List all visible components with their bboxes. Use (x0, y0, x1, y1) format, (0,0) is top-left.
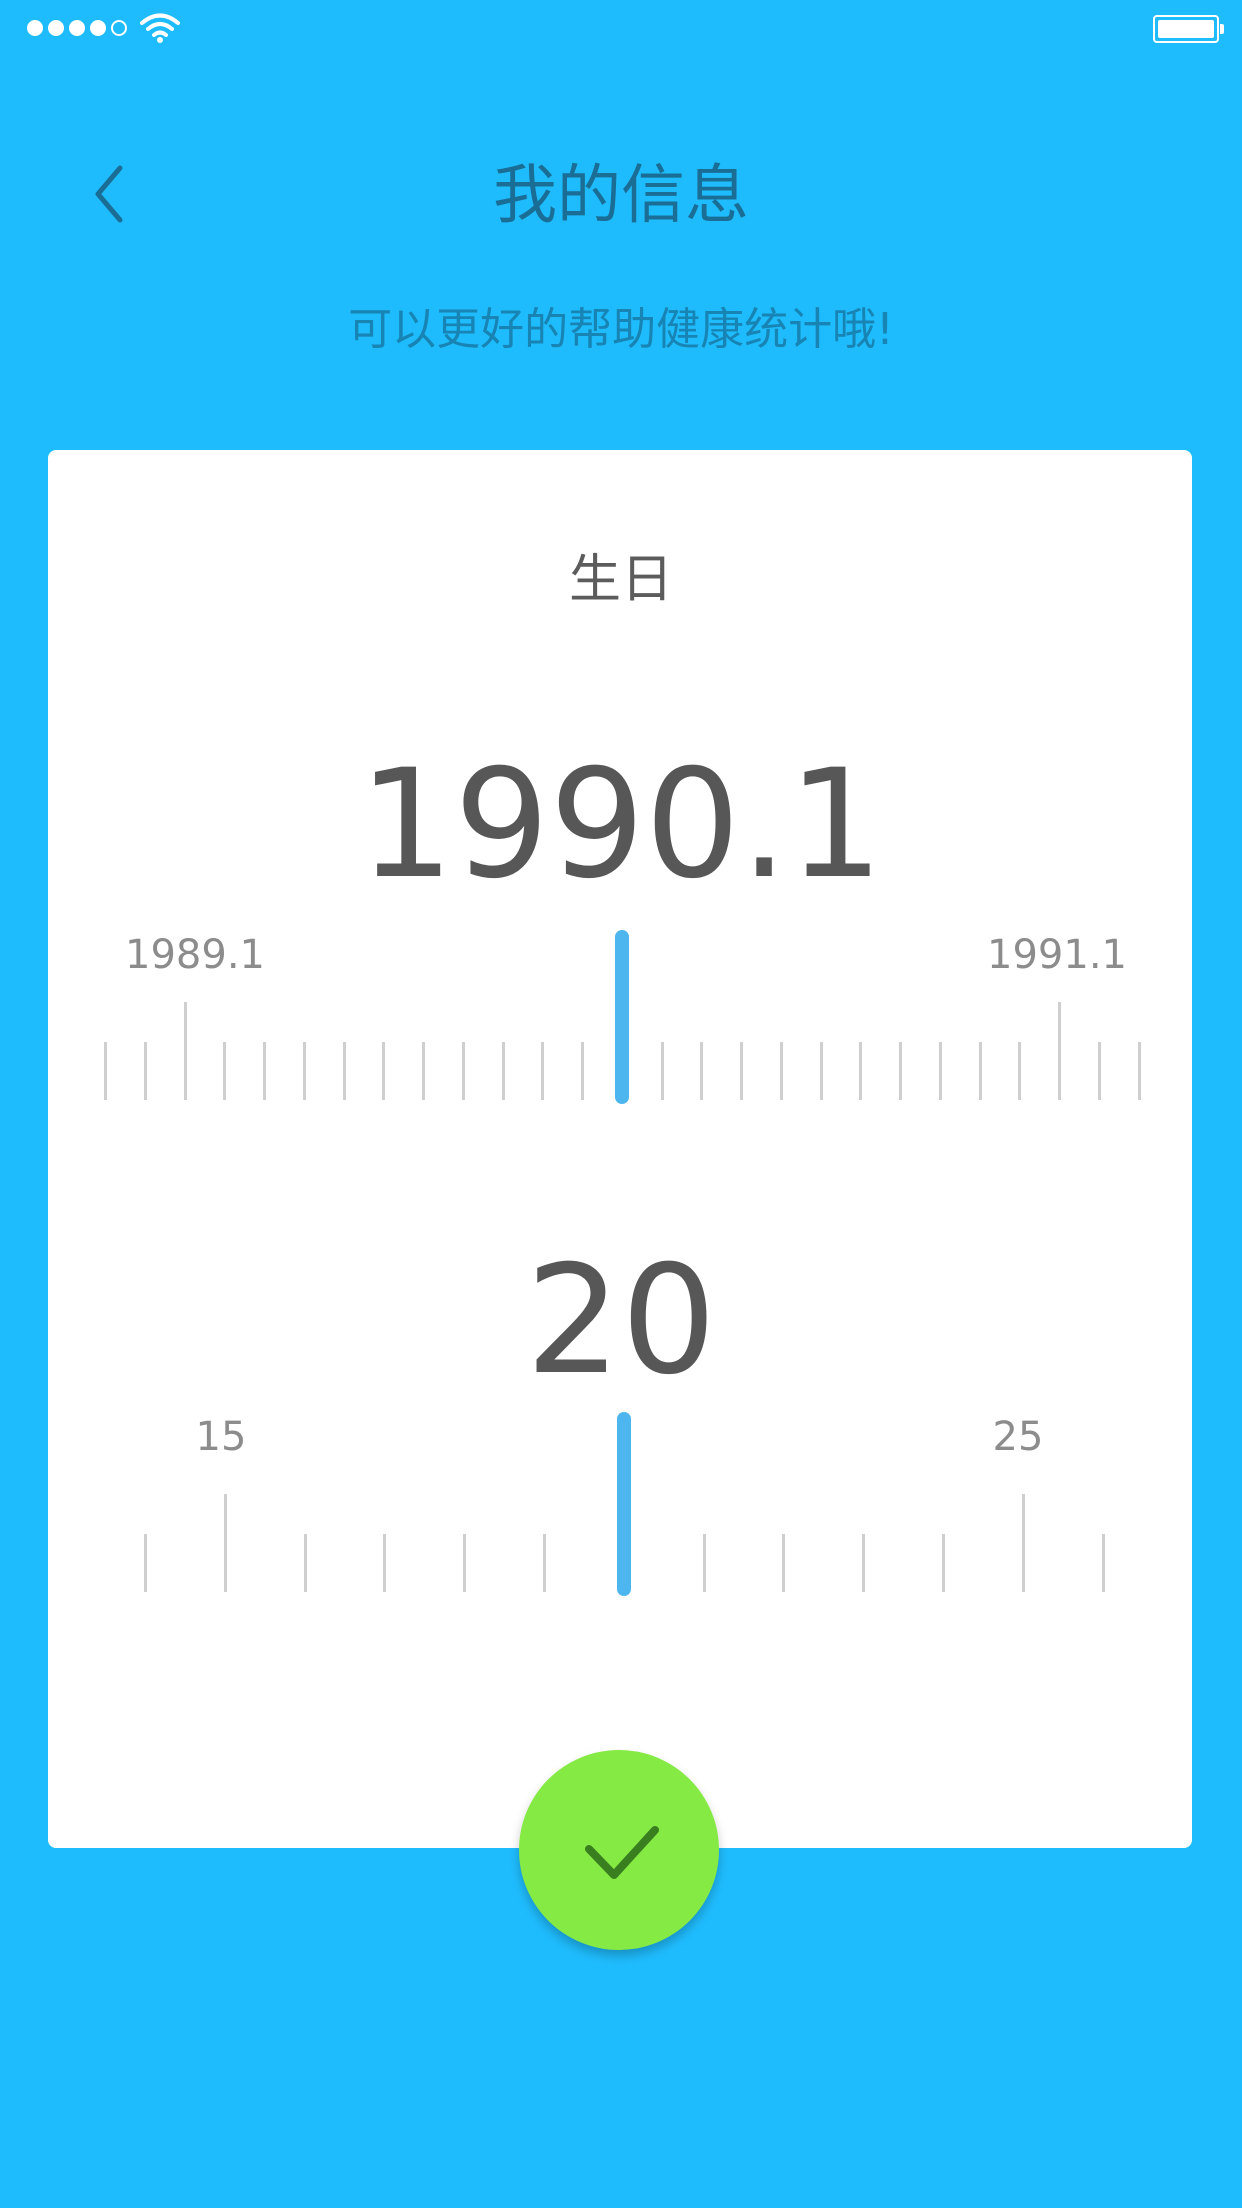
ruler-tick (859, 1042, 863, 1100)
ruler-tick (1137, 1042, 1141, 1100)
ruler-tick (383, 1534, 387, 1592)
signal-dot (27, 20, 43, 36)
battery-fill (1158, 20, 1214, 38)
ruler-major-tick (1058, 1002, 1061, 1100)
ruler-tick (543, 1534, 546, 1592)
ruler-tick (143, 1042, 147, 1100)
ruler-tick (463, 1534, 467, 1592)
check-icon (585, 1826, 659, 1879)
battery-icon (1153, 15, 1219, 43)
ruler-tick (819, 1042, 823, 1100)
ruler-tick (660, 1042, 664, 1100)
ruler-tick (501, 1042, 505, 1100)
page-subtitle: 可以更好的帮助健康统计哦! (348, 304, 894, 355)
page-title: 我的信息 (493, 159, 749, 233)
ruler-tick (862, 1534, 866, 1592)
age-value: 20 (525, 1234, 717, 1408)
age-ruler-left-label: 15 (195, 1414, 247, 1460)
signal-dot (69, 20, 85, 36)
birthday-ruler-left-label: 1989.1 (125, 932, 265, 978)
battery-tip (1220, 24, 1224, 34)
confirm-button[interactable] (519, 1750, 719, 1950)
ruler-tick (938, 1042, 942, 1100)
ruler-tick (740, 1042, 743, 1100)
ruler-tick (104, 1042, 107, 1100)
age-ruler-right-label: 25 (992, 1414, 1044, 1460)
ruler-tick (702, 1534, 706, 1592)
ruler-selected-indicator[interactable] (616, 1412, 631, 1596)
ruler-tick (422, 1042, 425, 1100)
birthday-label: 生日 (568, 550, 673, 610)
ruler-tick (263, 1042, 266, 1100)
ruler-tick (782, 1534, 786, 1592)
ruler-tick (899, 1042, 902, 1100)
ruler-major-tick (1021, 1494, 1025, 1592)
ruler-tick (223, 1042, 227, 1100)
birthday-ruler-right-label: 1991.1 (987, 932, 1127, 978)
ruler-tick (779, 1042, 783, 1100)
ruler-major-tick (183, 1002, 187, 1100)
ruler-tick (978, 1042, 982, 1100)
ruler-tick (342, 1042, 346, 1100)
signal-dot (48, 20, 64, 36)
ruler-tick (942, 1534, 945, 1592)
wifi-icon (140, 13, 180, 43)
ruler-selected-indicator[interactable] (614, 930, 629, 1104)
ruler-tick (1097, 1042, 1101, 1100)
status-bar (0, 0, 1242, 60)
signal-dot (90, 20, 106, 36)
ruler-tick (541, 1042, 545, 1100)
birthday-value: 1990.1 (358, 738, 884, 912)
ruler-tick (1101, 1534, 1105, 1592)
ruler-tick (1018, 1042, 1022, 1100)
ruler-tick (144, 1534, 147, 1592)
ruler-tick (581, 1042, 584, 1100)
ruler-tick (461, 1042, 465, 1100)
info-card (48, 450, 1192, 1848)
signal-strength-icon (27, 20, 127, 36)
ruler-tick (382, 1042, 386, 1100)
ruler-major-tick (223, 1494, 227, 1592)
ruler-tick (700, 1042, 704, 1100)
ruler-tick (302, 1042, 306, 1100)
ruler-tick (303, 1534, 307, 1592)
signal-dot-empty (111, 20, 127, 36)
